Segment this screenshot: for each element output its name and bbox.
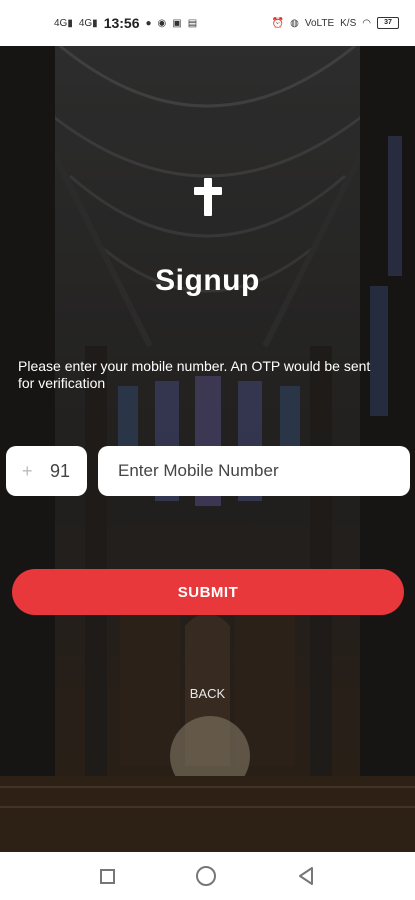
clock-time: 13:56 [103, 15, 140, 31]
whatsapp-icon: ● [145, 17, 152, 29]
mobile-number-input[interactable] [116, 460, 400, 482]
signal-4g-icon: 4G▮ [78, 17, 98, 29]
cross-vertical [204, 178, 212, 216]
submit-button[interactable]: SUBMIT [12, 569, 404, 615]
plus-icon: + [22, 460, 33, 481]
gamepad-icon: ▣ [172, 17, 182, 29]
status-bar: 4G▮ 4G▮ 13:56 ● ◉ ▣ ▤ ⏰ ◍ VoLTE K/S ◠ 37 [0, 0, 415, 46]
page-title: Signup [155, 264, 260, 297]
instruction-text: Please enter your mobile number. An OTP … [18, 358, 371, 391]
status-left: 4G▮ 4G▮ 13:56 ● ◉ ▣ ▤ [54, 15, 197, 31]
signal-4g-icon: 4G▮ [54, 17, 73, 29]
vibrate-icon: ◍ [290, 17, 299, 29]
back-triangle-icon[interactable] [297, 866, 315, 886]
compass-icon: ◉ [157, 17, 167, 29]
recents-square-icon[interactable] [100, 868, 116, 884]
battery-icon: 37 [377, 17, 399, 29]
data-speed-icon: K/S [340, 17, 357, 29]
wifi-icon: ◠ [362, 17, 371, 29]
mobile-number-field[interactable] [98, 446, 410, 496]
status-right: ⏰ ◍ VoLTE K/S ◠ 37 [272, 17, 399, 29]
home-circle-icon[interactable] [195, 866, 216, 886]
image-icon: ▤ [187, 17, 198, 29]
alarm-icon: ⏰ [271, 17, 285, 29]
cross-icon [194, 178, 222, 216]
country-code-value: 91 [50, 460, 71, 481]
country-code-field[interactable]: + 91 [6, 446, 87, 496]
volte-icon: VoLTE [304, 17, 335, 29]
cross-horizontal [194, 187, 222, 195]
system-nav-bar [0, 852, 415, 900]
back-link[interactable]: BACK [0, 686, 415, 701]
